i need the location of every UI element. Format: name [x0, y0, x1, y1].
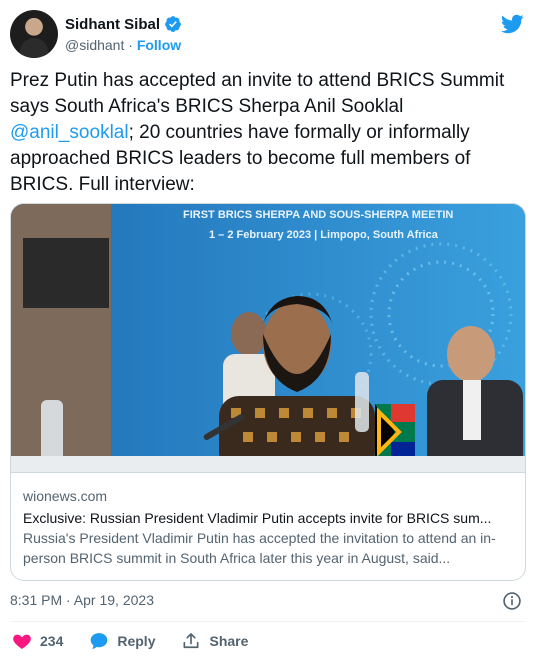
like-button[interactable]: 234	[12, 631, 63, 651]
mention-link[interactable]: @anil_sooklal	[10, 122, 129, 143]
author-display-name[interactable]: Sidhant Sibal	[65, 16, 160, 33]
card-image[interactable]: FIRST BRICS SHERPA AND SOUS-SHERPA MEETI…	[11, 204, 525, 472]
card-banner-line-2: 1 – 2 February 2023 | Limpopo, South Afr…	[209, 229, 439, 241]
reply-button[interactable]: Reply	[89, 631, 155, 651]
share-icon	[183, 633, 199, 649]
follow-button[interactable]: Follow	[137, 37, 181, 53]
handle-separator: ·	[128, 37, 133, 53]
divider	[10, 621, 526, 622]
link-preview-card[interactable]: FIRST BRICS SHERPA AND SOUS-SHERPA MEETI…	[10, 203, 526, 581]
tweet-text-part-1: Prez Putin has accepted an invite to att…	[10, 70, 505, 117]
reply-bubble-icon	[91, 633, 108, 650]
card-photo: FIRST BRICS SHERPA AND SOUS-SHERPA MEETI…	[11, 204, 525, 472]
share-button[interactable]: Share	[181, 631, 248, 651]
info-icon[interactable]	[502, 591, 522, 611]
share-label: Share	[209, 633, 249, 649]
card-title[interactable]: Exclusive: Russian President Vladimir Pu…	[23, 508, 515, 528]
avatar[interactable]	[10, 10, 58, 58]
tweet-header: Sidhant Sibal @sidhant · Follow	[10, 10, 528, 60]
verified-badge-icon	[165, 16, 181, 32]
author-handle[interactable]: @sidhant	[65, 37, 124, 53]
card-domain: wionews.com	[23, 488, 108, 504]
like-count: 234	[40, 633, 64, 649]
reply-label: Reply	[117, 633, 156, 649]
twitter-bird-icon[interactable]	[500, 12, 524, 36]
tweet-timestamp[interactable]: 8:31 PM · Apr 19, 2023	[10, 592, 154, 608]
author-name-row: Sidhant Sibal	[65, 15, 182, 33]
card-banner-line-1: FIRST BRICS SHERPA AND SOUS-SHERPA MEETI…	[183, 209, 453, 221]
author-handle-row: @sidhant · Follow	[65, 37, 181, 53]
card-meta: wionews.com Exclusive: Russian President…	[11, 472, 525, 580]
heart-icon	[13, 634, 31, 649]
tweet-text: Prez Putin has accepted an invite to att…	[10, 68, 524, 198]
tweet-actions: 234 Reply Share	[12, 631, 274, 651]
card-description: Russia's President Vladimir Putin has ac…	[23, 530, 496, 566]
